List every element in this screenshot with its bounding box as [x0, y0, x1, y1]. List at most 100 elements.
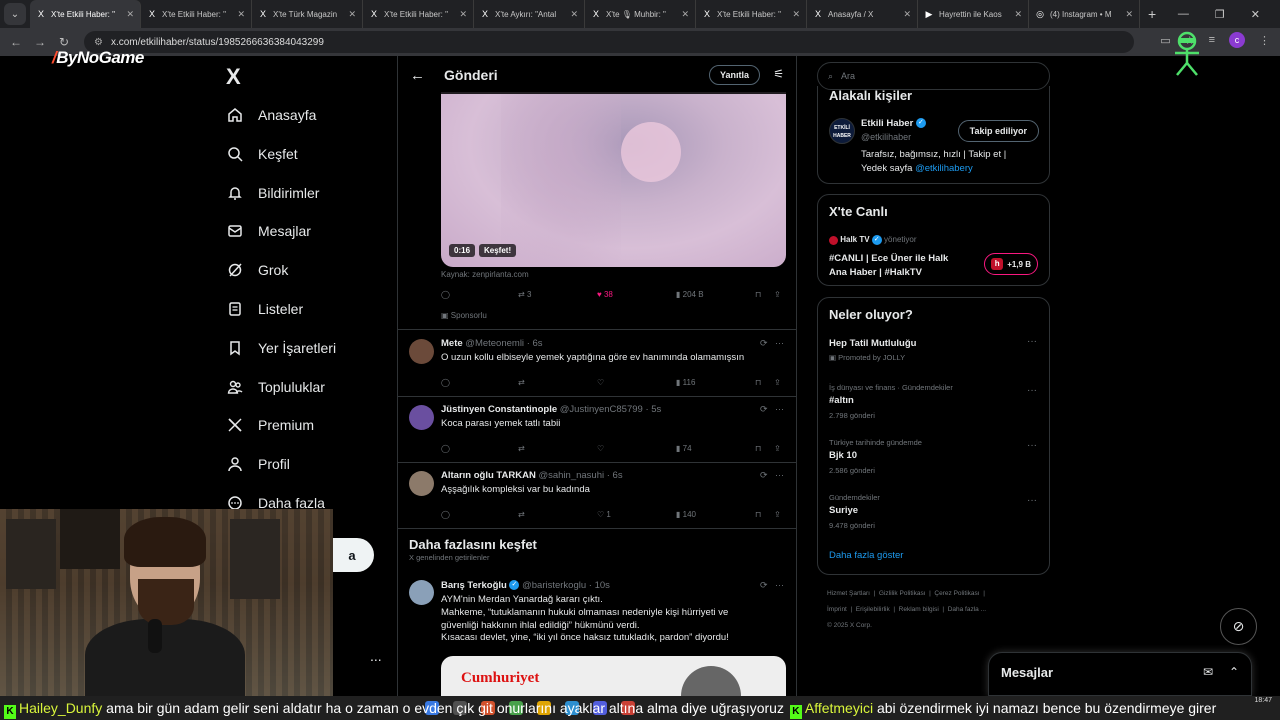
nav-item[interactable]: Mesajlar — [226, 217, 311, 245]
messages-drawer[interactable]: Mesajlar ✉ ⌃ — [988, 652, 1252, 696]
post-author[interactable]: Altarın oğlu TARKAN @sahin_nasuhi · 6s — [441, 470, 623, 481]
views-action[interactable]: ▮ 116 — [676, 378, 695, 387]
nav-item[interactable]: Yer İşaretleri — [226, 334, 336, 362]
minimize-button[interactable]: — — [1178, 8, 1189, 20]
like-action[interactable]: ♡ 1 — [597, 510, 611, 519]
views-action[interactable]: ▮ 74 — [676, 444, 692, 453]
reply-icon[interactable]: ◯ — [441, 444, 450, 453]
browser-tab[interactable]: ◎ (4) Instagram • M ✕ — [1029, 0, 1140, 28]
account-name[interactable]: Etkili Haber ✓ — [861, 118, 926, 129]
site-info-icon[interactable]: ⚙ — [94, 37, 103, 48]
nav-item[interactable]: Grok — [226, 256, 288, 284]
new-tab-button[interactable]: + — [1148, 6, 1156, 22]
views-action[interactable]: ▮ 140 — [676, 510, 696, 519]
avatar[interactable] — [409, 471, 434, 496]
reply-post[interactable]: Jüstinyen Constantinople @JustinyenC8579… — [398, 404, 796, 462]
account-menu-icon[interactable]: ... — [370, 648, 382, 664]
trend-more-icon[interactable]: ··· — [1027, 495, 1037, 506]
post-author[interactable]: Mete @Meteonemli · 6s — [441, 338, 543, 349]
browser-tab[interactable]: X X'te Aykırı: "Antal ✕ — [474, 0, 585, 28]
reading-list-icon[interactable]: ≡ — [1209, 34, 1215, 46]
post-author[interactable]: Barış Terkoğlu ✓ @baristerkoglu · 10s — [441, 580, 610, 591]
share-icon[interactable]: ⇪ — [774, 290, 781, 299]
share-icon[interactable]: ⇪ — [774, 444, 781, 453]
more-icon[interactable]: ··· — [775, 470, 784, 480]
trend-more-icon[interactable]: ··· — [1027, 385, 1037, 396]
browser-tab[interactable]: X X'te Etkili Haber: " ✕ — [141, 0, 252, 28]
footer-link[interactable]: Gizlilik Politikası — [879, 590, 926, 597]
live-title-text[interactable]: #CANLI | Ece Üner ile Halk Ana Haber | #… — [829, 252, 948, 280]
grok-icon[interactable]: ⟳ — [760, 470, 768, 480]
reply-icon[interactable]: ◯ — [441, 510, 450, 519]
show-more-link[interactable]: Daha fazla göster — [829, 550, 903, 561]
footer-link[interactable]: Çerez Politikası — [934, 590, 979, 597]
live-listeners-badge[interactable]: h +1,9 B — [984, 253, 1038, 275]
reply-post[interactable]: Mete @Meteonemli · 6s ⟳ ··· O uzun kollu e… — [398, 338, 796, 396]
live-channel[interactable]: Halk TV ✓ yönetiyor — [829, 235, 917, 245]
tab-search-button[interactable]: ⌄ — [4, 3, 26, 25]
trend-more-icon[interactable]: ··· — [1027, 440, 1037, 451]
trend-more-icon[interactable]: ··· — [1027, 336, 1037, 347]
forward-icon[interactable]: → — [28, 35, 52, 49]
grok-fab-icon[interactable]: ⊘ — [1220, 608, 1257, 645]
ad-source[interactable]: Kaynak: zenpirlanta.com — [441, 270, 529, 279]
new-message-icon[interactable]: ✉ — [1203, 665, 1213, 679]
bookmark-icon[interactable]: ⊓ — [755, 378, 761, 387]
x-logo-icon[interactable]: X — [226, 64, 241, 90]
bookmark-icon[interactable]: ⊓ — [755, 444, 761, 453]
tab-close-icon[interactable]: ✕ — [903, 9, 911, 20]
footer-link[interactable]: Daha fazla ... — [948, 606, 986, 613]
bookmark-icon[interactable]: ⊓ — [755, 290, 761, 299]
browser-tab[interactable]: X X'te Türk Magazin ✕ — [252, 0, 363, 28]
share-icon[interactable]: ⇪ — [774, 378, 781, 387]
reply-post[interactable]: Altarın oğlu TARKAN @sahin_nasuhi · 6s ⟳ … — [398, 470, 796, 528]
tab-close-icon[interactable]: ✕ — [126, 9, 134, 20]
nav-item[interactable]: Listeler — [226, 295, 303, 323]
like-action[interactable]: ♡ — [597, 378, 606, 387]
nav-item[interactable]: Anasayfa — [226, 101, 316, 129]
more-icon[interactable]: ··· — [775, 580, 784, 590]
avatar[interactable] — [409, 405, 434, 430]
avatar[interactable] — [409, 339, 434, 364]
post-media[interactable]: Cumhuriyet — [441, 656, 786, 696]
more-icon[interactable]: ··· — [775, 404, 784, 414]
footer-link[interactable]: İmprint — [827, 606, 847, 613]
tab-close-icon[interactable]: ✕ — [237, 9, 245, 20]
back-icon[interactable]: ← — [4, 35, 28, 49]
browser-tab[interactable]: ▶ Hayrettin ile Kaos ✕ — [918, 0, 1029, 28]
search-input[interactable]: ⌕ Ara — [817, 62, 1050, 90]
avatar[interactable] — [409, 580, 434, 605]
reload-icon[interactable]: ↻ — [52, 35, 76, 49]
tab-close-icon[interactable]: ✕ — [348, 9, 356, 20]
retweet-icon[interactable]: ⇄ — [518, 510, 525, 519]
following-button[interactable]: Takip ediliyor — [957, 120, 1039, 142]
nav-item[interactable]: Profil — [226, 450, 290, 478]
avatar[interactable]: ETKİLİ HABER — [829, 118, 855, 144]
browser-tab[interactable]: X X'te Etkili Haber: " ✕ — [30, 0, 141, 28]
tab-close-icon[interactable]: ✕ — [459, 9, 467, 20]
reply-button[interactable]: Yanıtla — [708, 65, 760, 85]
retweet-icon[interactable]: ⇄ — [518, 378, 525, 387]
grok-icon[interactable]: ⟳ — [760, 580, 768, 590]
close-window-button[interactable]: ✕ — [1251, 8, 1260, 21]
bio-link[interactable]: @etkilihabery — [915, 163, 973, 174]
reply-icon[interactable]: ◯ — [441, 378, 450, 387]
more-icon[interactable]: ··· — [775, 338, 784, 348]
expand-chevron-icon[interactable]: ⌃ — [1229, 665, 1239, 679]
tab-close-icon[interactable]: ✕ — [1014, 9, 1022, 20]
trend-item[interactable]: Türkiye tarihinde gündemde Bjk 10 2.586 gö… — [818, 438, 1049, 488]
trend-item[interactable]: Hep Tatil Mutluluğu ▣ Promoted by JOLLY ··… — [818, 336, 1049, 386]
like-action[interactable]: ♡ — [597, 444, 606, 453]
reply-icon[interactable]: ◯ — [441, 290, 450, 299]
tab-close-icon[interactable]: ✕ — [681, 9, 689, 20]
ad-video[interactable]: 0:16 Keşfet! — [441, 92, 786, 267]
grok-icon[interactable]: ⟳ — [760, 404, 768, 414]
footer-link[interactable]: Reklam bilgisi — [899, 606, 939, 613]
tab-close-icon[interactable]: ✕ — [792, 9, 800, 20]
tab-close-icon[interactable]: ✕ — [1125, 9, 1133, 20]
nav-item[interactable]: Topluluklar — [226, 373, 325, 401]
footer-link[interactable]: Erişilebilirlik — [856, 606, 890, 613]
profile-avatar[interactable]: c — [1229, 32, 1245, 48]
footer-link[interactable]: Hizmet Şartları — [827, 590, 870, 597]
browser-tab[interactable]: X X'te Etkili Haber: " ✕ — [696, 0, 807, 28]
